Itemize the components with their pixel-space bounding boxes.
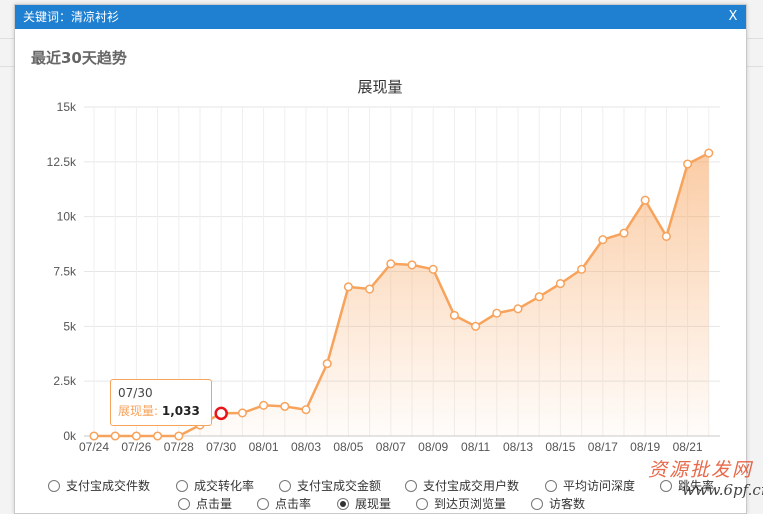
- radio-circle[interactable]: [48, 480, 60, 492]
- radio-circle[interactable]: [178, 498, 190, 510]
- data-point[interactable]: [407, 260, 417, 270]
- y-axis-labels: 0k 2.5k 5k 7.5k 10k 12.5k 15k: [47, 100, 77, 443]
- chart-title: 展现量: [357, 79, 402, 96]
- radio-circle[interactable]: [257, 498, 269, 510]
- x-tick-label: 07/24: [79, 440, 109, 454]
- data-point[interactable]: [89, 431, 99, 441]
- data-point[interactable]: [322, 359, 332, 369]
- data-point[interactable]: [153, 431, 163, 441]
- radio-label: 到达页浏览量: [434, 497, 507, 511]
- y-tick-label: 7.5k: [53, 265, 77, 279]
- y-tick-label: 2.5k: [53, 374, 77, 388]
- radio-label: 平均访问深度: [563, 479, 636, 493]
- data-point[interactable]: [492, 308, 502, 318]
- y-tick-label: 0k: [63, 429, 77, 443]
- x-tick-label: 08/11: [461, 440, 490, 454]
- data-point[interactable]: [174, 431, 184, 441]
- radio-circle[interactable]: [416, 498, 428, 510]
- x-tick-label: 08/13: [503, 440, 533, 454]
- y-tick-label: 10k: [57, 210, 77, 224]
- radio-circle[interactable]: [405, 480, 417, 492]
- data-point[interactable]: [449, 310, 459, 320]
- highlighted-data-point[interactable]: [214, 406, 228, 421]
- tooltip-series-label: 展现量:: [118, 404, 159, 418]
- chart-tooltip: 07/30 展现量: 1,033: [110, 379, 212, 426]
- data-point[interactable]: [640, 195, 650, 205]
- radio-label: 访客数: [549, 497, 586, 511]
- watermark-main: 资源批发网: [648, 459, 754, 481]
- radio-label: 点击量: [196, 497, 233, 511]
- x-tick-label: 08/03: [291, 440, 321, 454]
- y-tick-label: 15k: [57, 100, 77, 114]
- watermark-url: www.6pf.cn: [682, 481, 763, 499]
- x-tick-label: 08/19: [630, 440, 660, 454]
- data-point[interactable]: [577, 264, 587, 274]
- data-point[interactable]: [683, 159, 693, 169]
- data-point[interactable]: [534, 292, 544, 302]
- data-point[interactable]: [513, 304, 523, 314]
- radio-label: 成交转化率: [194, 479, 255, 493]
- radio-circle[interactable]: [176, 480, 188, 492]
- data-point[interactable]: [598, 235, 608, 245]
- data-point[interactable]: [555, 279, 565, 289]
- site-watermark: 资源批发网 www.6pf.cn: [648, 455, 763, 503]
- data-point[interactable]: [619, 228, 629, 238]
- x-tick-label: 08/07: [376, 440, 406, 454]
- data-point[interactable]: [471, 321, 481, 331]
- data-point[interactable]: [365, 284, 375, 294]
- radio-label: 支付宝成交金额: [297, 479, 382, 493]
- x-tick-label: 07/30: [206, 440, 236, 454]
- data-point[interactable]: [280, 401, 290, 411]
- tooltip-date: 07/30: [118, 386, 153, 400]
- x-tick-label: 08/15: [545, 440, 575, 454]
- data-point[interactable]: [237, 408, 247, 418]
- radio-label: 支付宝成交件数: [66, 479, 151, 493]
- data-point[interactable]: [110, 431, 120, 441]
- data-point[interactable]: [131, 431, 141, 441]
- radio-circle[interactable]: [279, 480, 291, 492]
- x-tick-label: 07/26: [121, 440, 151, 454]
- data-point[interactable]: [428, 264, 438, 274]
- x-tick-label: 08/05: [333, 440, 363, 454]
- data-point[interactable]: [704, 148, 714, 158]
- tooltip-value: 1,033: [161, 404, 200, 418]
- radio-label: 展现量: [355, 497, 392, 511]
- radio-circle-selected[interactable]: [337, 498, 349, 510]
- data-point[interactable]: [386, 259, 396, 269]
- data-point[interactable]: [343, 282, 353, 292]
- radio-label: 支付宝成交用户数: [423, 479, 520, 493]
- y-tick-label: 12.5k: [47, 155, 77, 169]
- x-tick-label: 08/21: [673, 440, 703, 454]
- x-tick-label: 08/17: [588, 440, 618, 454]
- data-point[interactable]: [661, 231, 671, 241]
- y-tick-label: 5k: [63, 319, 77, 333]
- radio-circle[interactable]: [531, 498, 543, 510]
- x-axis-labels: 07/24 07/26 07/28 07/30 08/01 08/03 08/05 08/07…: [79, 440, 703, 454]
- x-tick-label: 07/28: [164, 440, 194, 454]
- radio-label: 点击率: [275, 497, 312, 511]
- x-tick-label: 08/09: [418, 440, 448, 454]
- data-point[interactable]: [301, 405, 311, 415]
- radio-circle[interactable]: [545, 480, 557, 492]
- data-point[interactable]: [259, 400, 269, 410]
- tooltip-value-row: 展现量: 1,033: [118, 402, 204, 420]
- x-tick-label: 08/01: [249, 440, 279, 454]
